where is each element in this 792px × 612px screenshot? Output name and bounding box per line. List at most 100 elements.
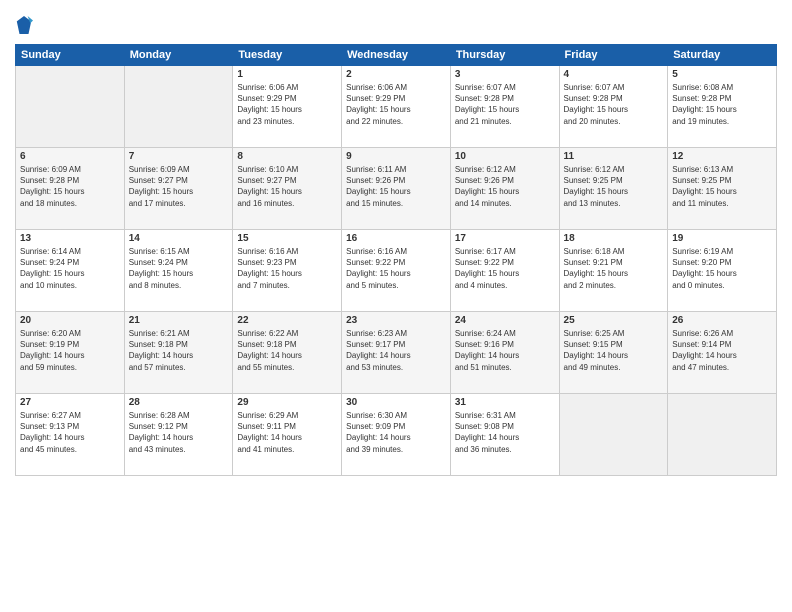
day-info: Sunrise: 6:25 AM Sunset: 9:15 PM Dayligh… [564,328,664,373]
calendar-cell: 30 Sunrise: 6:30 AM Sunset: 9:09 PM Dayli… [342,394,451,476]
day-number: 2 [346,69,446,80]
header [15,10,777,36]
day-info: Sunrise: 6:17 AM Sunset: 9:22 PM Dayligh… [455,246,555,291]
calendar-cell: 22 Sunrise: 6:22 AM Sunset: 9:18 PM Dayli… [233,312,342,394]
calendar-cell: 12 Sunrise: 6:13 AM Sunset: 9:25 PM Dayli… [668,148,777,230]
day-number: 11 [564,151,664,162]
day-number: 25 [564,315,664,326]
day-info: Sunrise: 6:16 AM Sunset: 9:22 PM Dayligh… [346,246,446,291]
calendar-cell: 4 Sunrise: 6:07 AM Sunset: 9:28 PM Daylig… [559,66,668,148]
calendar-cell: 6 Sunrise: 6:09 AM Sunset: 9:28 PM Daylig… [16,148,125,230]
day-info: Sunrise: 6:12 AM Sunset: 9:25 PM Dayligh… [564,164,664,209]
calendar: SundayMondayTuesdayWednesdayThursdayFrid… [15,44,777,476]
calendar-cell [668,394,777,476]
calendar-cell: 11 Sunrise: 6:12 AM Sunset: 9:25 PM Dayli… [559,148,668,230]
calendar-week-row: 6 Sunrise: 6:09 AM Sunset: 9:28 PM Daylig… [16,148,777,230]
day-number: 3 [455,69,555,80]
page: SundayMondayTuesdayWednesdayThursdayFrid… [0,0,792,612]
weekday-header: Saturday [668,45,777,66]
day-info: Sunrise: 6:09 AM Sunset: 9:28 PM Dayligh… [20,164,120,209]
day-info: Sunrise: 6:22 AM Sunset: 9:18 PM Dayligh… [237,328,337,373]
day-info: Sunrise: 6:24 AM Sunset: 9:16 PM Dayligh… [455,328,555,373]
weekday-header: Friday [559,45,668,66]
day-number: 28 [129,397,229,408]
day-info: Sunrise: 6:19 AM Sunset: 9:20 PM Dayligh… [672,246,772,291]
day-number: 22 [237,315,337,326]
day-info: Sunrise: 6:07 AM Sunset: 9:28 PM Dayligh… [455,82,555,127]
calendar-cell [559,394,668,476]
calendar-week-row: 13 Sunrise: 6:14 AM Sunset: 9:24 PM Dayli… [16,230,777,312]
calendar-cell: 29 Sunrise: 6:29 AM Sunset: 9:11 PM Dayli… [233,394,342,476]
day-info: Sunrise: 6:30 AM Sunset: 9:09 PM Dayligh… [346,410,446,455]
calendar-cell: 26 Sunrise: 6:26 AM Sunset: 9:14 PM Dayli… [668,312,777,394]
day-number: 31 [455,397,555,408]
day-info: Sunrise: 6:21 AM Sunset: 9:18 PM Dayligh… [129,328,229,373]
weekday-header: Wednesday [342,45,451,66]
calendar-cell: 14Sunrise: 6:15 AM Sunset: 9:24 PM Dayli… [124,230,233,312]
day-info: Sunrise: 6:31 AM Sunset: 9:08 PM Dayligh… [455,410,555,455]
day-number: 29 [237,397,337,408]
calendar-cell: 18Sunrise: 6:18 AM Sunset: 9:21 PM Dayli… [559,230,668,312]
calendar-cell: 23 Sunrise: 6:23 AM Sunset: 9:17 PM Dayli… [342,312,451,394]
calendar-cell: 10 Sunrise: 6:12 AM Sunset: 9:26 PM Dayli… [450,148,559,230]
day-number: 16 [346,233,446,244]
day-info: Sunrise: 6:06 AM Sunset: 9:29 PM Dayligh… [237,82,337,127]
day-number: 20 [20,315,120,326]
calendar-week-row: 1 Sunrise: 6:06 AM Sunset: 9:29 PM Daylig… [16,66,777,148]
calendar-cell: 31 Sunrise: 6:31 AM Sunset: 9:08 PM Dayli… [450,394,559,476]
day-number: 10 [455,151,555,162]
day-number: 12 [672,151,772,162]
day-number: 5 [672,69,772,80]
calendar-cell: 2 Sunrise: 6:06 AM Sunset: 9:29 PM Daylig… [342,66,451,148]
calendar-cell: 21 Sunrise: 6:21 AM Sunset: 9:18 PM Dayli… [124,312,233,394]
calendar-cell: 13 Sunrise: 6:14 AM Sunset: 9:24 PM Dayli… [16,230,125,312]
calendar-cell: 3 Sunrise: 6:07 AM Sunset: 9:28 PM Daylig… [450,66,559,148]
calendar-cell: 25 Sunrise: 6:25 AM Sunset: 9:15 PM Dayli… [559,312,668,394]
calendar-cell: 16 Sunrise: 6:16 AM Sunset: 9:22 PM Dayli… [342,230,451,312]
day-number: 8 [237,151,337,162]
calendar-cell: 27 Sunrise: 6:27 AM Sunset: 9:13 PM Dayli… [16,394,125,476]
calendar-cell: 15 Sunrise: 6:16 AM Sunset: 9:23 PM Dayli… [233,230,342,312]
calendar-cell: 17Sunrise: 6:17 AM Sunset: 9:22 PM Dayli… [450,230,559,312]
day-number: 23 [346,315,446,326]
day-number: 15 [237,233,337,244]
calendar-cell: 19Sunrise: 6:19 AM Sunset: 9:20 PM Dayli… [668,230,777,312]
calendar-cell: 7Sunrise: 6:09 AM Sunset: 9:27 PM Daylig… [124,148,233,230]
calendar-cell [16,66,125,148]
day-number: 21 [129,315,229,326]
day-info: Sunrise: 6:29 AM Sunset: 9:11 PM Dayligh… [237,410,337,455]
day-number: 13 [20,233,120,244]
day-number: 18 [564,233,664,244]
day-info: Sunrise: 6:07 AM Sunset: 9:28 PM Dayligh… [564,82,664,127]
logo-icon [15,14,33,36]
day-number: 9 [346,151,446,162]
day-number: 1 [237,69,337,80]
calendar-cell: 9Sunrise: 6:11 AM Sunset: 9:26 PM Daylig… [342,148,451,230]
day-info: Sunrise: 6:23 AM Sunset: 9:17 PM Dayligh… [346,328,446,373]
day-info: Sunrise: 6:12 AM Sunset: 9:26 PM Dayligh… [455,164,555,209]
day-number: 26 [672,315,772,326]
day-info: Sunrise: 6:16 AM Sunset: 9:23 PM Dayligh… [237,246,337,291]
weekday-header: Sunday [16,45,125,66]
day-number: 7 [129,151,229,162]
day-info: Sunrise: 6:06 AM Sunset: 9:29 PM Dayligh… [346,82,446,127]
calendar-week-row: 27 Sunrise: 6:27 AM Sunset: 9:13 PM Dayli… [16,394,777,476]
weekday-header: Tuesday [233,45,342,66]
day-number: 30 [346,397,446,408]
day-number: 4 [564,69,664,80]
calendar-cell: 1 Sunrise: 6:06 AM Sunset: 9:29 PM Daylig… [233,66,342,148]
day-number: 6 [20,151,120,162]
day-info: Sunrise: 6:26 AM Sunset: 9:14 PM Dayligh… [672,328,772,373]
day-info: Sunrise: 6:13 AM Sunset: 9:25 PM Dayligh… [672,164,772,209]
day-info: Sunrise: 6:08 AM Sunset: 9:28 PM Dayligh… [672,82,772,127]
day-info: Sunrise: 6:27 AM Sunset: 9:13 PM Dayligh… [20,410,120,455]
weekday-header: Monday [124,45,233,66]
day-info: Sunrise: 6:20 AM Sunset: 9:19 PM Dayligh… [20,328,120,373]
day-number: 24 [455,315,555,326]
calendar-week-row: 20 Sunrise: 6:20 AM Sunset: 9:19 PM Dayli… [16,312,777,394]
day-info: Sunrise: 6:28 AM Sunset: 9:12 PM Dayligh… [129,410,229,455]
day-info: Sunrise: 6:14 AM Sunset: 9:24 PM Dayligh… [20,246,120,291]
day-number: 27 [20,397,120,408]
logo [15,14,37,36]
calendar-cell: 20 Sunrise: 6:20 AM Sunset: 9:19 PM Dayli… [16,312,125,394]
